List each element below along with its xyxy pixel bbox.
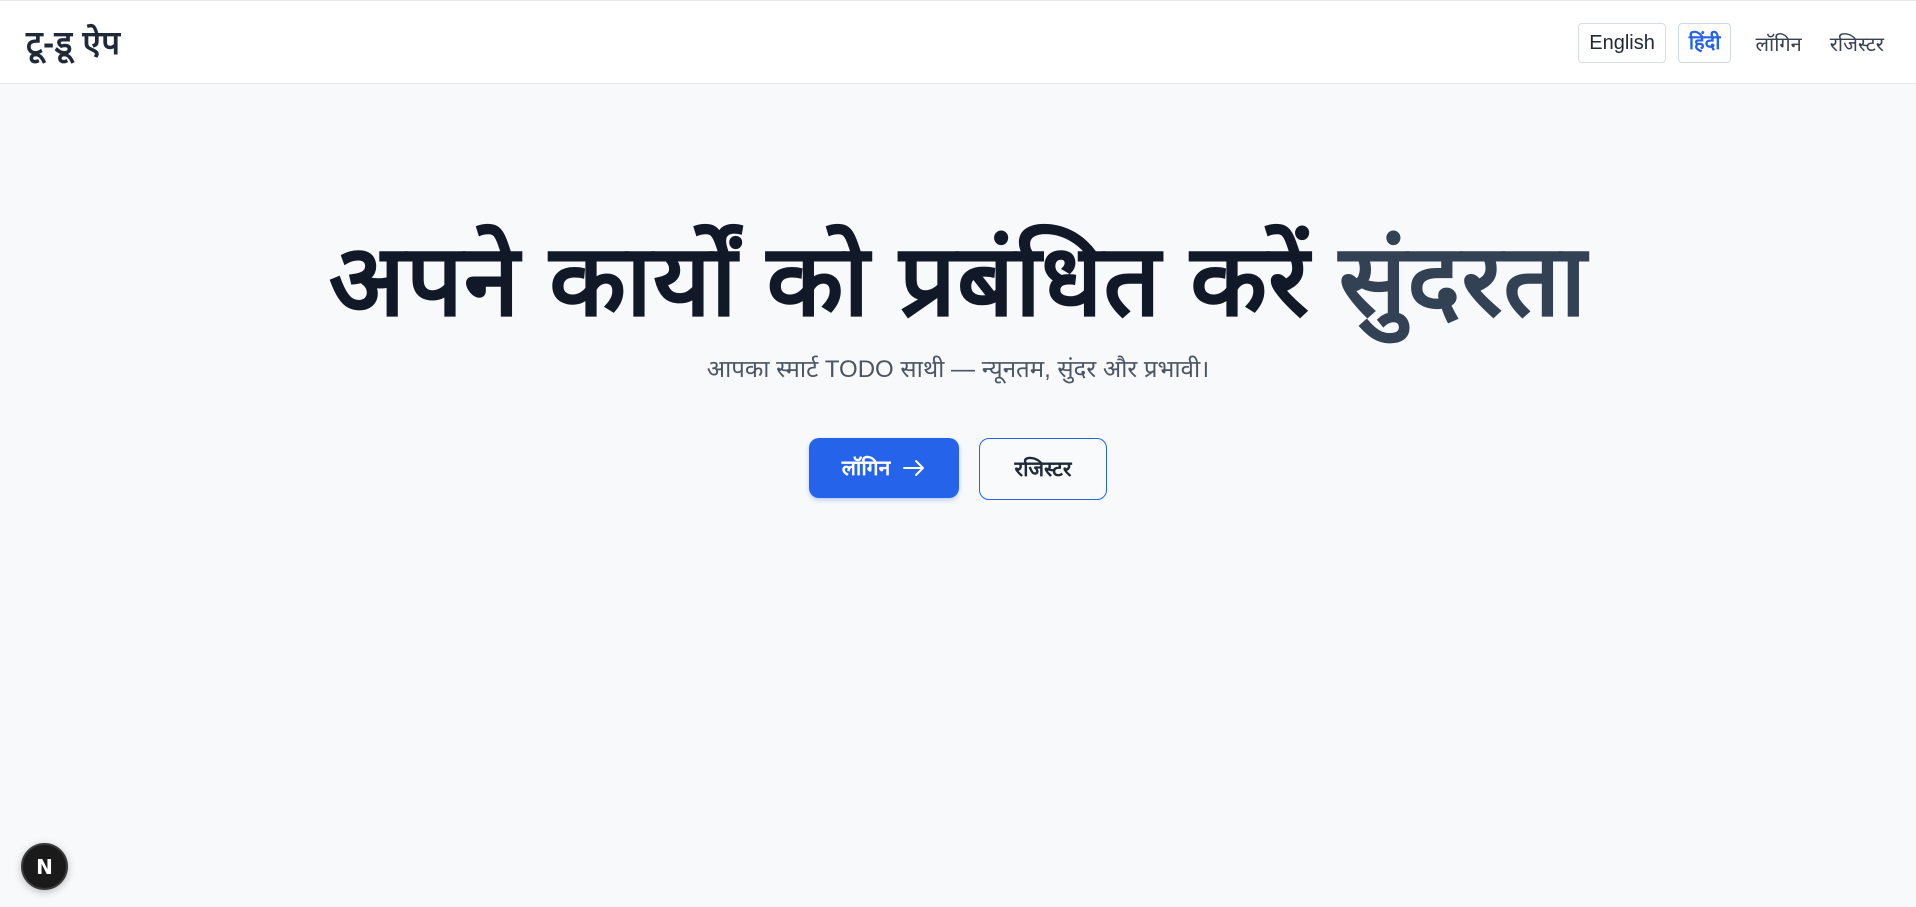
nav-actions: English हिंदी लॉगिन रजिस्टर [1578,23,1888,63]
nav-register-link[interactable]: रजिस्टर [1826,30,1888,57]
hero-cta-group: लॉगिन रजिस्टर [0,438,1916,500]
nextjs-dev-badge[interactable]: N [21,843,68,890]
nav-login-link[interactable]: लॉगिन [1751,30,1805,57]
language-english-button[interactable]: English [1578,23,1666,63]
app-brand[interactable]: टू-डू ऐप [26,19,120,64]
top-navbar: टू-डू ऐप English हिंदी लॉगिन रजिस्टर [0,0,1916,84]
hero-subtitle: आपका स्मार्ट TODO साथी — न्यूनतम, सुंदर … [706,356,1210,383]
hero-login-button[interactable]: लॉगिन [809,438,959,498]
hero-title-main: अपने कार्यों को प्रबंधित करें [328,225,1310,337]
nextjs-logo-icon: N [36,854,53,879]
arrow-right-icon [903,460,925,476]
hero-title-accent: सुंदरता [1338,225,1588,337]
hero-title: अपने कार्यों को प्रबंधित करें सुंदरता [0,216,1916,346]
language-hindi-button[interactable]: हिंदी [1677,23,1732,63]
hero-login-label: लॉगिन [841,457,891,480]
hero-register-button[interactable]: रजिस्टर [979,438,1107,500]
